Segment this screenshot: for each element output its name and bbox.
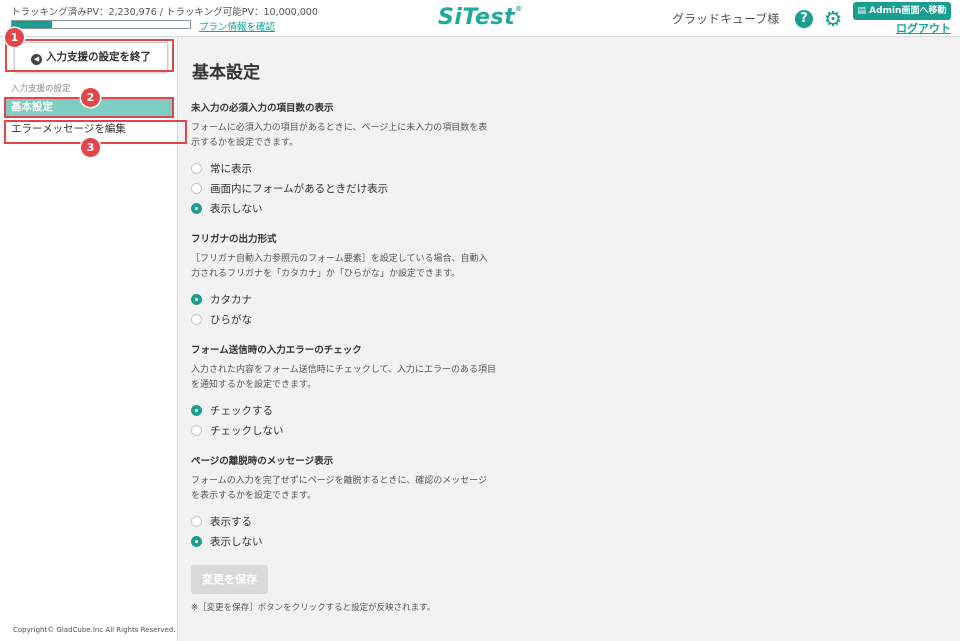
help-icon[interactable]: ? <box>795 10 813 28</box>
radio-button[interactable] <box>191 515 202 527</box>
radio-group: 表示する 表示しない <box>191 511 511 551</box>
arrow-left-circle-icon: ◀ <box>31 54 42 65</box>
section-title: ページの離脱時のメッセージ表示 <box>191 456 334 467</box>
sidebar: ◀ 入力支援の設定を終了 入力支援の設定 基本設定 エラーメッセージを編集 Cop… <box>0 38 178 641</box>
radio-option[interactable]: 画面内にフォームがあるときだけ表示 <box>191 178 511 198</box>
callout-badge-1: 1 <box>5 28 24 47</box>
admin-button-label: Admin画面へ移動 <box>869 6 947 16</box>
logo-text: SiTest <box>438 5 516 30</box>
callout-badge-3: 3 <box>81 138 100 157</box>
page-title: 基本設定 <box>192 63 260 83</box>
user-name: グラッドキューブ様 <box>672 12 780 26</box>
logo-registered-mark: ® <box>515 5 523 13</box>
logout-link[interactable]: ログアウト <box>896 20 951 36</box>
radio-option[interactable]: 表示する <box>191 511 511 531</box>
radio-option[interactable]: チェックしない <box>191 420 511 440</box>
radio-button[interactable] <box>191 162 202 174</box>
section-title: フォーム送信時の入力エラーのチェック <box>191 345 362 356</box>
radio-label: チェックする <box>210 404 273 417</box>
radio-label: 表示する <box>210 515 252 528</box>
sitest-logo[interactable]: SiTest® <box>438 5 523 31</box>
section-error-check: フォーム送信時の入力エラーのチェック 入力された内容をフォーム送信時にチェックし… <box>191 342 511 440</box>
section-title: 未入力の必須入力の項目数の表示 <box>191 103 334 114</box>
sidebar-heading: 入力支援の設定 <box>11 84 71 94</box>
radio-button[interactable] <box>191 202 202 214</box>
radio-button[interactable] <box>191 404 202 416</box>
radio-button[interactable] <box>191 313 202 325</box>
radio-label: 表示しない <box>210 202 263 215</box>
end-button-label: 入力支援の設定を終了 <box>46 51 151 63</box>
radio-button[interactable] <box>191 182 202 194</box>
callout-badge-2: 2 <box>81 88 100 107</box>
radio-label: 画面内にフォームがあるときだけ表示 <box>210 182 389 195</box>
radio-button[interactable] <box>191 293 202 305</box>
main-content: 基本設定 未入力の必須入力の項目数の表示 フォームに必須入力の項目があるときに、… <box>179 38 960 641</box>
radio-option[interactable]: 表示しない <box>191 198 511 218</box>
section-furigana-format: フリガナの出力形式 ［フリガナ自動入力参照元のフォーム要素］を設定している場合、… <box>191 231 511 329</box>
pv-usage-text: トラッキング済みPV：2,230,976 / トラッキング可能PV：10,000… <box>11 7 318 18</box>
admin-screen-button[interactable]: ▤ Admin画面へ移動 <box>853 2 951 20</box>
radio-group: カタカナ ひらがな <box>191 289 511 329</box>
radio-option[interactable]: カタカナ <box>191 289 511 309</box>
section-description: フォームに必須入力の項目があるときに、ページ上に未入力の項目数を表示するかを設定… <box>191 123 488 148</box>
section-description: ［フリガナ自動入力参照元のフォーム要素］を設定している場合、自動入力されるフリガ… <box>191 254 488 279</box>
radio-option[interactable]: チェックする <box>191 400 511 420</box>
gear-icon[interactable]: ⚙ <box>822 8 844 30</box>
section-description: フォームの入力を完了せずにページを離脱するときに、確認のメッセージを表示するかを… <box>191 476 488 501</box>
radio-button[interactable] <box>191 535 202 547</box>
radio-group: 常に表示 画面内にフォームがあるときだけ表示 表示しない <box>191 158 511 218</box>
radio-label: 常に表示 <box>210 162 252 175</box>
radio-label: チェックしない <box>210 424 284 437</box>
pv-progress-fill <box>12 21 52 28</box>
end-input-support-button[interactable]: ◀ 入力支援の設定を終了 <box>14 42 168 72</box>
section-leave-message: ページの離脱時のメッセージ表示 フォームの入力を完了せずにページを離脱するときに… <box>191 453 511 551</box>
radio-option[interactable]: 常に表示 <box>191 158 511 178</box>
section-description: 入力された内容をフォーム送信時にチェックして、入力にエラーのある項目を通知するか… <box>191 365 497 390</box>
copyright: Copyright© GladCube.Inc All Rights Reser… <box>13 626 176 634</box>
save-changes-button[interactable]: 変更を保存 <box>191 565 268 594</box>
pv-progress-bar <box>11 20 191 29</box>
radio-option[interactable]: ひらがな <box>191 309 511 329</box>
radio-label: 表示しない <box>210 535 263 548</box>
save-note: ※［変更を保存］ボタンをクリックすると設定が反映されます。 <box>191 603 436 613</box>
section-title: フリガナの出力形式 <box>191 234 277 245</box>
radio-group: チェックする チェックしない <box>191 400 511 440</box>
radio-label: カタカナ <box>210 293 252 306</box>
database-icon: ▤ <box>857 6 870 16</box>
radio-option[interactable]: 表示しない <box>191 531 511 551</box>
radio-button[interactable] <box>191 424 202 436</box>
plan-info-link[interactable]: プラン情報を確認 <box>199 19 275 33</box>
app-header: トラッキング済みPV：2,230,976 / トラッキング可能PV：10,000… <box>0 0 960 37</box>
section-required-count: 未入力の必須入力の項目数の表示 フォームに必須入力の項目があるときに、ページ上に… <box>191 100 511 218</box>
radio-label: ひらがな <box>210 313 252 326</box>
sidebar-item-edit-error-messages[interactable]: エラーメッセージを編集 <box>6 120 174 139</box>
